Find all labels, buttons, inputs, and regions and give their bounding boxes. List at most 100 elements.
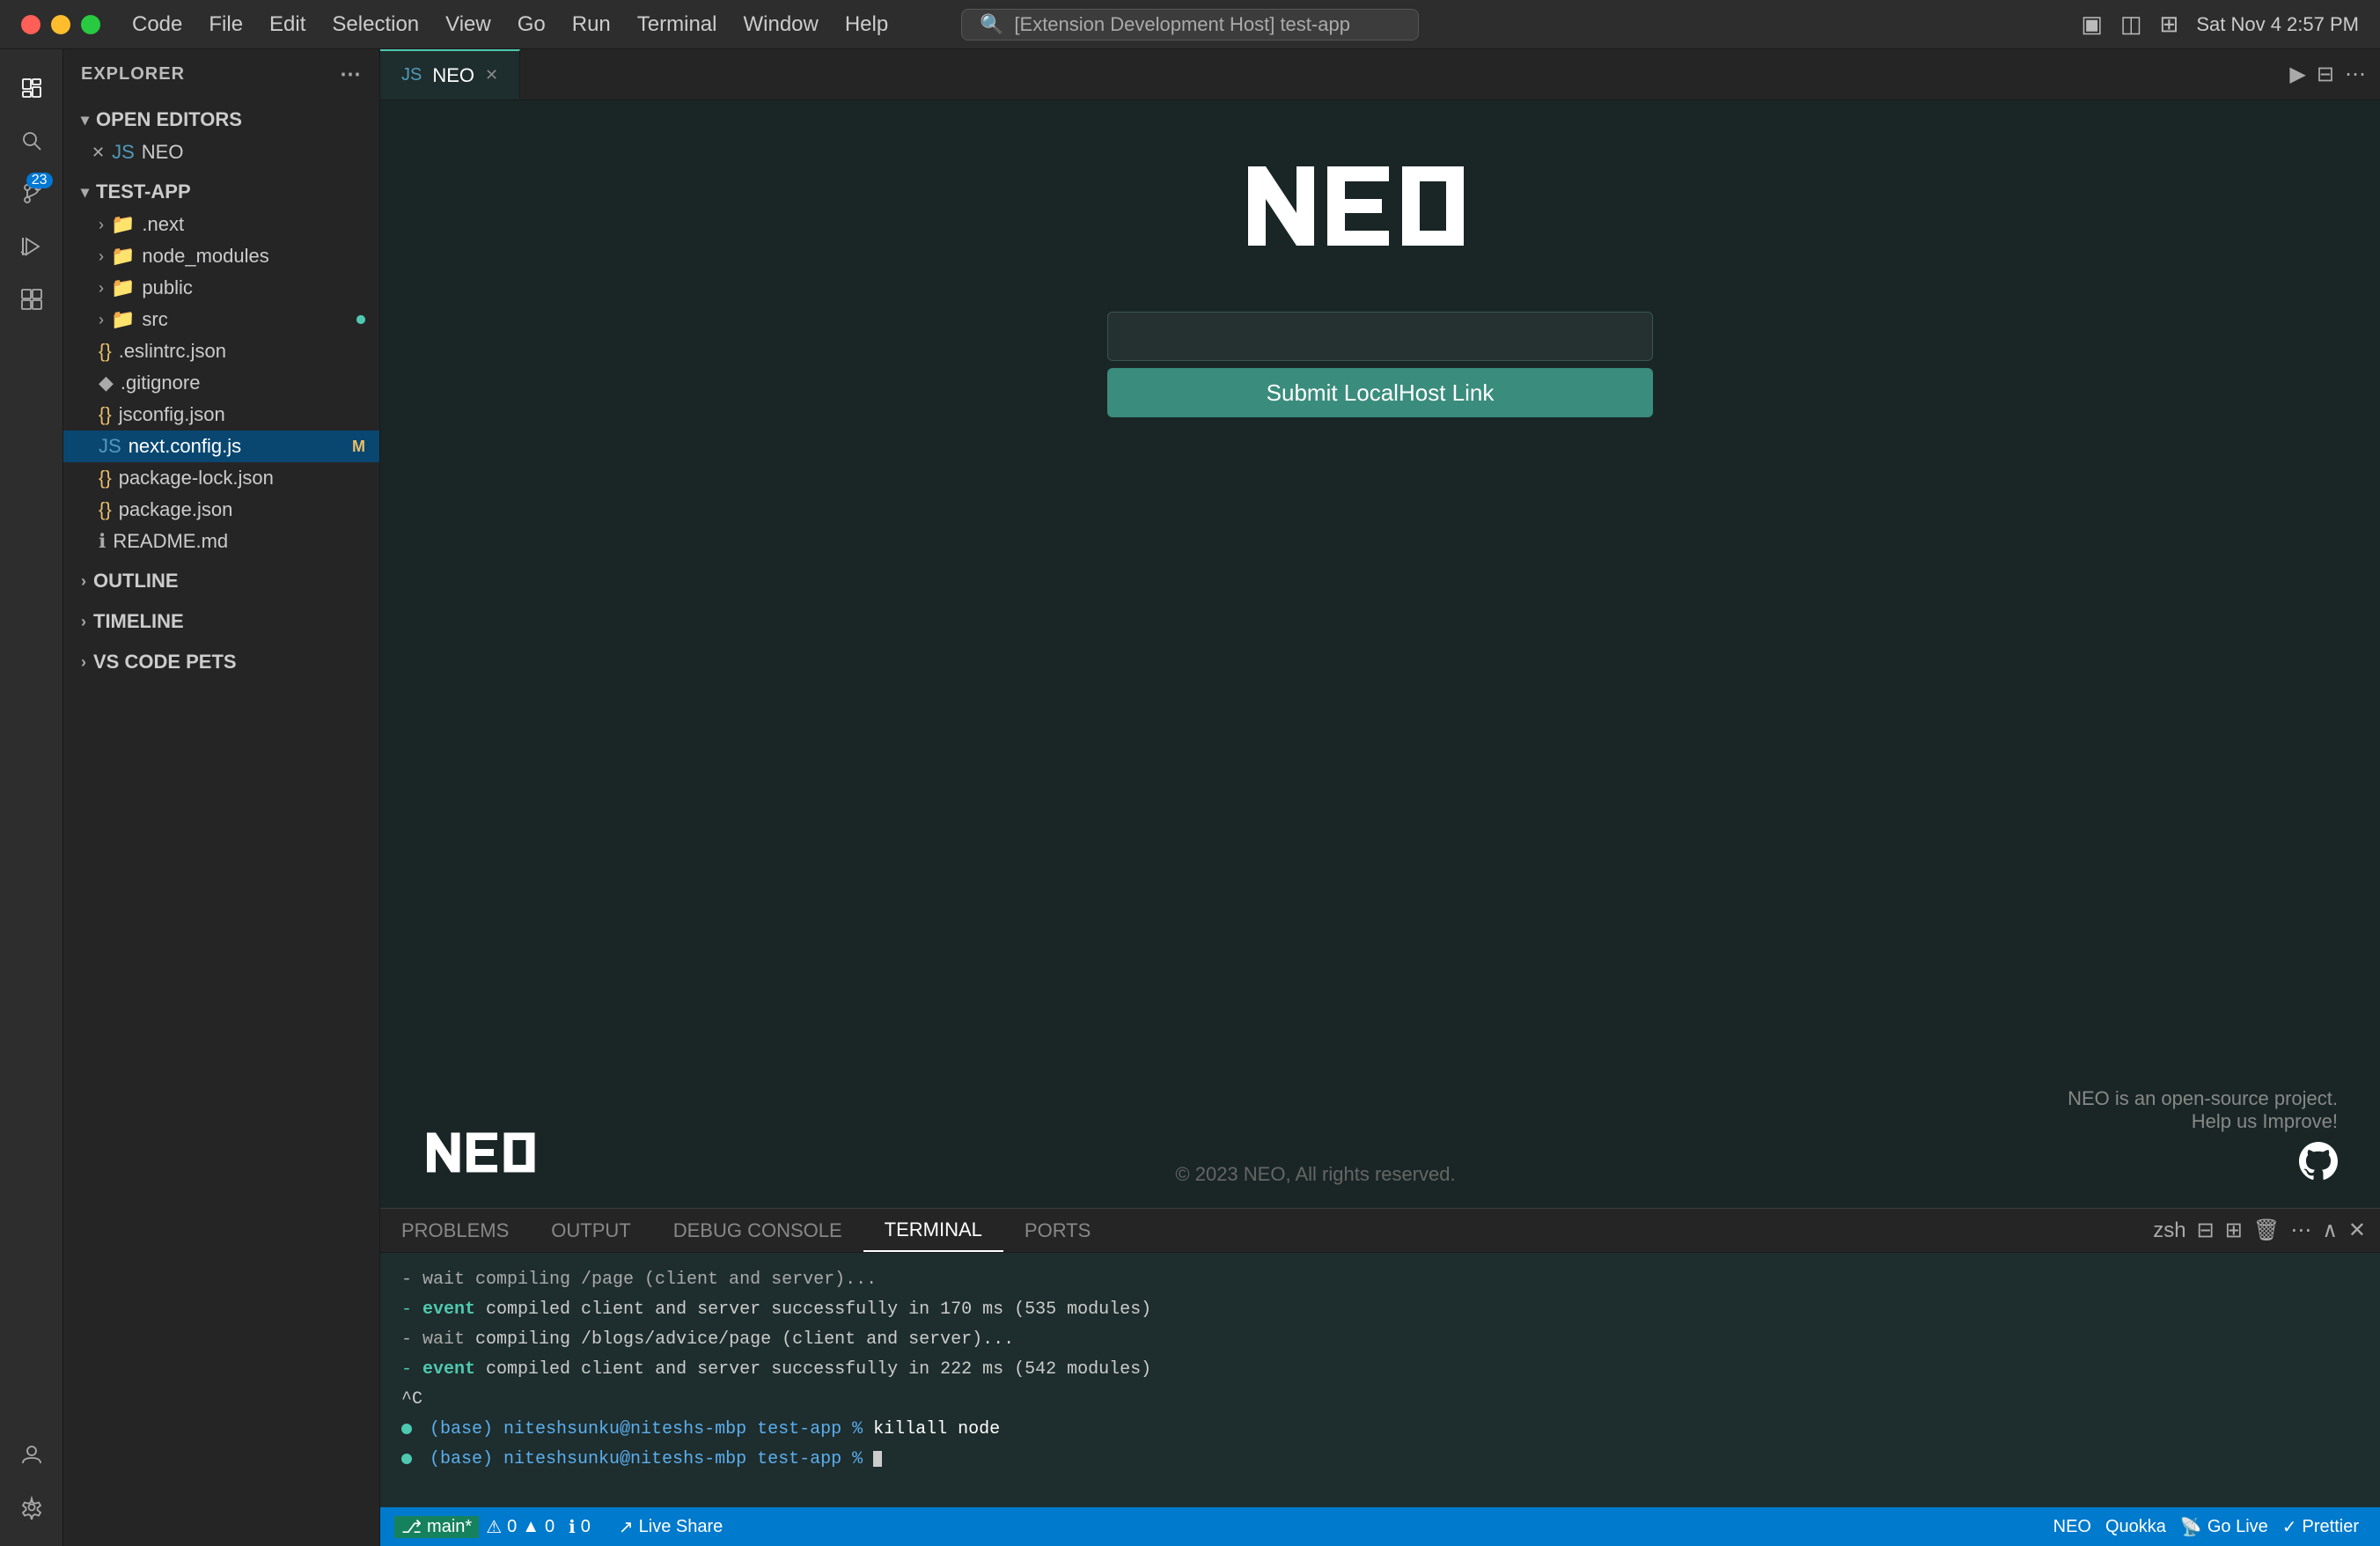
chevron-right-icon3: › [81,572,86,591]
live-share-status[interactable]: ↗ Live Share [612,1507,730,1546]
menu-edit[interactable]: Edit [269,12,305,37]
file-package-lock[interactable]: {} package-lock.json [63,462,379,494]
extensions-activity-icon[interactable] [7,275,56,324]
file-package[interactable]: {} package.json [63,494,379,526]
menu-go[interactable]: Go [518,12,546,37]
folder-icon: 📁 [111,276,135,299]
menu-selection[interactable]: Selection [332,12,419,37]
git-icon: ◆ [99,372,114,394]
file-jsconfig[interactable]: {} jsconfig.json [63,399,379,431]
errors-status[interactable]: ⚠ 0 ▲ 0 [479,1516,562,1538]
menu-file[interactable]: File [209,12,243,37]
info-status[interactable]: ℹ 0 [562,1516,598,1538]
tab-problems[interactable]: PROBLEMS [380,1209,530,1252]
search-activity-icon[interactable] [7,116,56,166]
main-content: JS NEO ✕ ▶ ⊟ ⋯ .neo-letter { fill: white… [380,49,2380,1546]
tab-debug-console[interactable]: DEBUG CONSOLE [652,1209,863,1252]
open-editors-section: ▾ OPEN EDITORS ✕ JS NEO [63,99,379,172]
tab-bar-right: ▶ ⊟ ⋯ [2275,49,2380,99]
close-panel-icon[interactable]: ✕ [2348,1218,2366,1243]
timeline-label: TIMELINE [93,610,184,633]
folder-src[interactable]: › 📁 src [63,304,379,335]
menu-run[interactable]: Run [572,12,611,37]
test-app-toggle[interactable]: ▾ TEST-APP [63,175,379,209]
problems-label: PROBLEMS [401,1219,509,1242]
command-palette[interactable]: 🔍 [Extension Development Host] test-app [961,9,1419,40]
menu-code[interactable]: Code [132,12,182,37]
file-eslint[interactable]: {} .eslintrc.json [63,335,379,367]
close-button[interactable] [21,15,40,34]
new-terminal-icon[interactable]: ⊞ [2225,1218,2243,1243]
folder-label: node_modules [142,245,268,268]
prettier-status[interactable]: ✓ Prettier [2275,1516,2366,1538]
folder-src-icon: 📁 [111,308,135,331]
neo-status[interactable]: NEO [2046,1517,2098,1537]
fullscreen-button[interactable] [81,15,100,34]
outline-toggle[interactable]: › OUTLINE [63,564,379,598]
layout-icon[interactable]: ▣ [2081,11,2103,38]
debug-console-label: DEBUG CONSOLE [673,1219,842,1242]
folder-node-modules[interactable]: › 📁 node_modules [63,240,379,272]
menu-help[interactable]: Help [845,12,888,37]
info-icon: ℹ [569,1516,576,1538]
open-editor-label: NEO [142,141,184,164]
more-terminal-icon[interactable]: ⋯ [2290,1218,2311,1243]
error-icon: ⚠ [486,1516,502,1538]
folder-next[interactable]: › 📁 .next [63,209,379,240]
open-editor-neo[interactable]: ✕ JS NEO [63,136,379,168]
file-label: README.md [113,530,228,553]
tab-ports[interactable]: PORTS [1003,1209,1112,1252]
file-next-config[interactable]: JS next.config.js M [63,431,379,462]
explorer-activity-icon[interactable] [7,63,56,113]
source-control-badge: 23 [26,173,53,188]
tab-close-icon[interactable]: ✕ [485,66,498,85]
folder-public[interactable]: › 📁 public [63,272,379,304]
menu-terminal[interactable]: Terminal [637,12,717,37]
outline-section: › OUTLINE [63,561,379,601]
error-count: 0 [507,1517,517,1537]
close-icon[interactable]: ✕ [92,144,105,162]
branch-icon: ⎇ [401,1516,422,1538]
split-terminal-icon[interactable]: ⊟ [2197,1218,2215,1243]
split-editor-icon[interactable]: ⊟ [2317,62,2334,87]
output-label: OUTPUT [551,1219,630,1242]
terminal-dot2 [401,1454,412,1464]
quokka-status[interactable]: Quokka [2098,1517,2173,1537]
layout3-icon[interactable]: ⊞ [2160,11,2179,38]
open-editors-toggle[interactable]: ▾ OPEN EDITORS [63,103,379,136]
maximize-panel-icon[interactable]: ∧ [2322,1218,2338,1243]
chevron-down-icon2: ▾ [81,183,89,202]
vscode-pets-toggle[interactable]: › VS CODE PETS [63,645,379,679]
cursor [873,1451,882,1467]
menu-view[interactable]: View [445,12,491,37]
file-gitignore[interactable]: ◆ .gitignore [63,367,379,399]
settings-icon[interactable] [7,1483,56,1532]
more-actions-icon[interactable]: ⋯ [2345,62,2366,87]
chevron-right-icon5: › [81,653,86,672]
source-control-activity-icon[interactable]: 23 [7,169,56,218]
quokka-label: Quokka [2105,1517,2166,1537]
editor-area: .neo-letter { fill: white; } Su [380,100,2380,1208]
neo-status-label: NEO [2053,1517,2091,1537]
minimize-button[interactable] [51,15,70,34]
md-icon: ℹ [99,530,106,553]
tab-neo[interactable]: JS NEO ✕ [380,49,520,99]
tab-terminal[interactable]: TERMINAL [863,1209,1003,1252]
tab-label: NEO [432,64,474,87]
tab-output[interactable]: OUTPUT [530,1209,651,1252]
account-icon[interactable] [7,1430,56,1479]
file-readme[interactable]: ℹ README.md [63,526,379,557]
go-live-status[interactable]: 📡 Go Live [2173,1516,2275,1538]
term-line-2: - event compiled client and server succe… [401,1295,2359,1325]
run-activity-icon[interactable] [7,222,56,271]
timeline-toggle[interactable]: › TIMELINE [63,605,379,638]
git-branch-status[interactable]: ⎇ main* [394,1516,479,1538]
github-icon[interactable] [2068,1142,2338,1187]
submit-button[interactable]: Submit LocalHost Link [1107,368,1653,417]
run-file-icon[interactable]: ▶ [2289,62,2305,87]
menu-window[interactable]: Window [743,12,818,37]
new-file-icon[interactable]: ⋯ [340,62,362,87]
url-input[interactable] [1107,312,1653,361]
layout2-icon[interactable]: ◫ [2120,11,2142,38]
clear-terminal-icon[interactable]: 🗑 [2253,1218,2280,1243]
